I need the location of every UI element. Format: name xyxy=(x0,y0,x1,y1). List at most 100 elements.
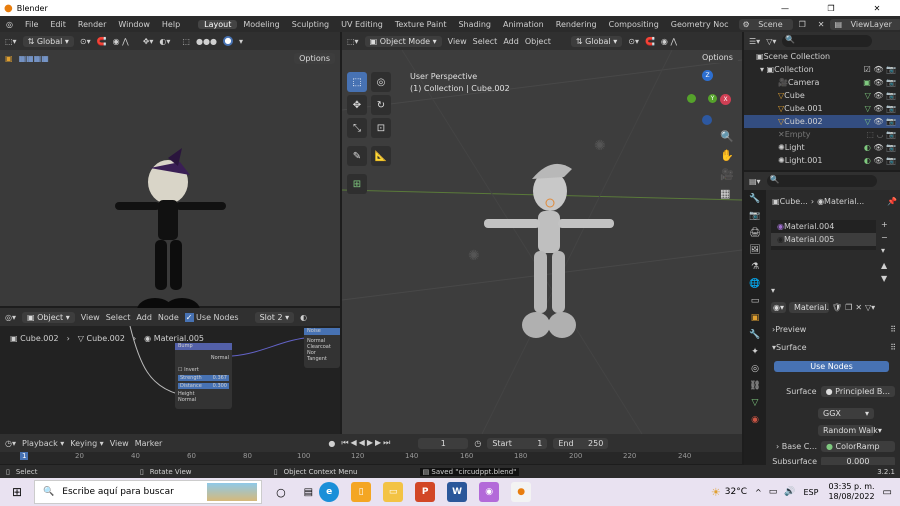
network-icon[interactable]: ▭ xyxy=(769,487,778,497)
main-menu-view[interactable]: View xyxy=(448,37,467,46)
material-browse-dropdown[interactable]: ◉▾ xyxy=(771,302,786,313)
shading-dropdown-icon[interactable]: ▾ xyxy=(239,37,243,46)
left-viewport[interactable]: ▣ ▦▦▦▦ Options xyxy=(0,50,340,322)
camera-view-icon[interactable]: 🎥 xyxy=(720,168,734,181)
left-options-button[interactable]: Options xyxy=(294,52,335,64)
bump-strength-field[interactable]: Strength 0.367 xyxy=(178,375,229,381)
windows-start-icon[interactable]: ⊞ xyxy=(12,485,22,499)
scene-copy-icon[interactable]: ❐ xyxy=(793,20,812,29)
light-object-icon-2[interactable]: ✺ xyxy=(468,248,480,264)
main-snap-icon[interactable]: 🧲 xyxy=(645,37,655,46)
pan-hand-icon[interactable]: ✋ xyxy=(720,149,734,162)
data-tab-icon[interactable]: ▽ xyxy=(752,398,759,408)
gizmo-neg-z-axis[interactable] xyxy=(702,115,712,125)
material-name-field[interactable]: Material... xyxy=(789,302,829,313)
maximize-button[interactable]: ❐ xyxy=(808,4,854,13)
world-tab-icon[interactable]: 🌐 xyxy=(749,279,760,289)
measure-tool-icon[interactable]: 📐 xyxy=(371,146,391,166)
tab-layout[interactable]: Layout xyxy=(198,19,238,29)
particles-tab-icon[interactable]: ✦ xyxy=(751,347,759,357)
bsdf-node-partial[interactable]: Noise Normal Clearcoat Nor Tangent xyxy=(304,328,340,368)
node-editor-type-icon[interactable]: ◎▾ xyxy=(5,313,16,322)
select-box-icon[interactable]: ▣ xyxy=(5,54,13,63)
slot-specials-icon[interactable]: ▾ xyxy=(881,246,888,255)
outliner-collection[interactable]: ▾ ▣ Collection ☑ 👁 📷 xyxy=(744,63,900,76)
outliner-item-cube001[interactable]: ▽ Cube.001 ▽ 👁 📷 xyxy=(744,102,900,115)
timeline-ruler[interactable]: 1 20 40 60 80 100 120 140 160 180 200 22… xyxy=(0,452,742,464)
notes-app-icon[interactable]: ▯ xyxy=(351,482,372,502)
move-down-icon[interactable]: ▼ xyxy=(881,274,888,283)
menu-window[interactable]: Window xyxy=(112,20,156,29)
output-tab-icon[interactable]: 🖨 xyxy=(749,228,760,238)
weather-icon[interactable]: ☀ xyxy=(711,486,721,499)
weather-temp[interactable]: 32°C xyxy=(725,487,747,497)
shading-solid-icon[interactable]: ●●● xyxy=(196,37,217,46)
file-explorer-icon[interactable]: ▭ xyxy=(383,482,404,502)
proportional-icon[interactable]: ◉ ⋀ xyxy=(113,37,129,46)
outliner-item-light001[interactable]: ✺ Light.001 ◐ 👁 📷 xyxy=(744,154,900,167)
edge-icon[interactable]: e xyxy=(319,482,340,502)
surface-shader-field[interactable]: ● Principled B... xyxy=(820,386,895,397)
node-menu-view[interactable]: View xyxy=(81,313,100,322)
node-canvas[interactable]: ▣ Cube.002 › ▽ Cube.002 › ◉ Material.005 B… xyxy=(0,326,340,434)
tool-tab-icon[interactable]: 🔧 xyxy=(749,194,760,204)
clock[interactable]: 03:35 p. m. 18/08/2022 xyxy=(828,482,874,502)
keying-menu[interactable]: Keying ▾ xyxy=(70,439,103,448)
scene-selector[interactable]: ⚙ Scene xyxy=(738,18,793,30)
language-indicator[interactable]: ESP xyxy=(803,488,818,497)
word-icon[interactable]: W xyxy=(447,482,468,502)
timeline-marker-menu[interactable]: Marker xyxy=(135,439,163,448)
volume-icon[interactable]: 🔊 xyxy=(784,487,795,497)
tab-rendering[interactable]: Rendering xyxy=(550,20,603,29)
zoom-icon[interactable]: 🔍 xyxy=(720,130,734,143)
outliner-filter-icon[interactable]: ▽▾ xyxy=(766,37,776,46)
playhead[interactable]: 1 xyxy=(20,452,29,460)
current-frame-field[interactable]: 1 xyxy=(418,437,469,449)
subsurface-field[interactable]: 0.000 xyxy=(821,457,895,465)
slot-dropdown[interactable]: Slot 2 ▾ xyxy=(254,311,295,323)
move-tool-icon[interactable]: ✥ xyxy=(347,95,367,115)
tab-sculpting[interactable]: Sculpting xyxy=(286,20,335,29)
properties-search-input[interactable]: 🔍 xyxy=(766,175,877,187)
add-slot-icon[interactable]: + xyxy=(881,220,888,229)
outliner-scene-collection[interactable]: ▣ Scene Collection xyxy=(744,50,900,63)
annotate-tool-icon[interactable]: ✎ xyxy=(347,146,367,166)
task-view-icon[interactable]: ○ xyxy=(276,486,286,499)
orientation-dropdown[interactable]: ⇅ Global ▾ xyxy=(22,35,74,47)
pin-props-icon[interactable]: 📌 xyxy=(887,197,897,206)
gizmo-neg-y-axis[interactable] xyxy=(687,94,696,103)
add-cube-tool-icon[interactable]: ⊞ xyxy=(347,174,367,194)
outliner-editor-icon[interactable]: ☰▾ xyxy=(749,37,760,46)
navigation-gizmo[interactable]: Z Y X xyxy=(682,70,732,128)
base-color-field[interactable]: ● ColorRamp xyxy=(821,441,895,452)
object-tab-icon[interactable]: ▣ xyxy=(751,313,760,323)
material-slot-005[interactable]: ◉ Material.005 xyxy=(771,233,876,246)
main-menu-select[interactable]: Select xyxy=(473,37,498,46)
move-up-icon[interactable]: ▲ xyxy=(881,261,888,270)
main-options-button[interactable]: Options xyxy=(697,52,738,63)
distribution-dropdown[interactable]: GGX ▾ xyxy=(818,408,874,419)
widgets-icon[interactable]: ▤ xyxy=(304,487,313,498)
subsurface-method-dropdown[interactable]: Random Walk ▾ xyxy=(818,425,882,436)
shading-rendered-icon[interactable]: ● xyxy=(222,36,233,46)
mode-dropdown[interactable]: ▣ Object Mode ▾ xyxy=(364,35,442,47)
main-menu-object[interactable]: Object xyxy=(525,37,551,46)
main-orientation-dropdown[interactable]: ⇅ Global ▾ xyxy=(570,35,623,47)
timeline-view-menu[interactable]: View xyxy=(110,439,129,448)
tab-uv-editing[interactable]: UV Editing xyxy=(335,20,389,29)
node-menu-add[interactable]: Add xyxy=(136,313,152,322)
transform-tool-icon[interactable]: ⊡ xyxy=(371,118,391,138)
tray-chevron-icon[interactable]: ^ xyxy=(755,488,762,497)
outliner-search-input[interactable]: 🔍 xyxy=(782,35,873,47)
outliner-item-cube[interactable]: ▽ Cube ▽ 👁 📷 xyxy=(744,89,900,102)
gizmo-y-axis[interactable]: Y xyxy=(708,94,717,103)
modifier-tab-icon[interactable]: 🔧 xyxy=(749,330,760,340)
gizmo-z-axis[interactable]: Z xyxy=(702,70,713,81)
outliner-item-camera[interactable]: 🎥 Camera ▣ 👁 📷 xyxy=(744,76,900,89)
tab-texture-paint[interactable]: Texture Paint xyxy=(389,20,453,29)
collection-tab-icon[interactable]: ▭ xyxy=(751,296,760,306)
close-button[interactable]: ✕ xyxy=(854,4,900,13)
main-viewport[interactable]: ⬚ ◎ ✥ ↻ ⤡ ⊡ ✎ 📐 ⊞ User Perspective (1) Colle… xyxy=(342,50,742,434)
use-nodes-button[interactable]: Use Nodes xyxy=(774,361,889,372)
tab-modeling[interactable]: Modeling xyxy=(237,20,285,29)
